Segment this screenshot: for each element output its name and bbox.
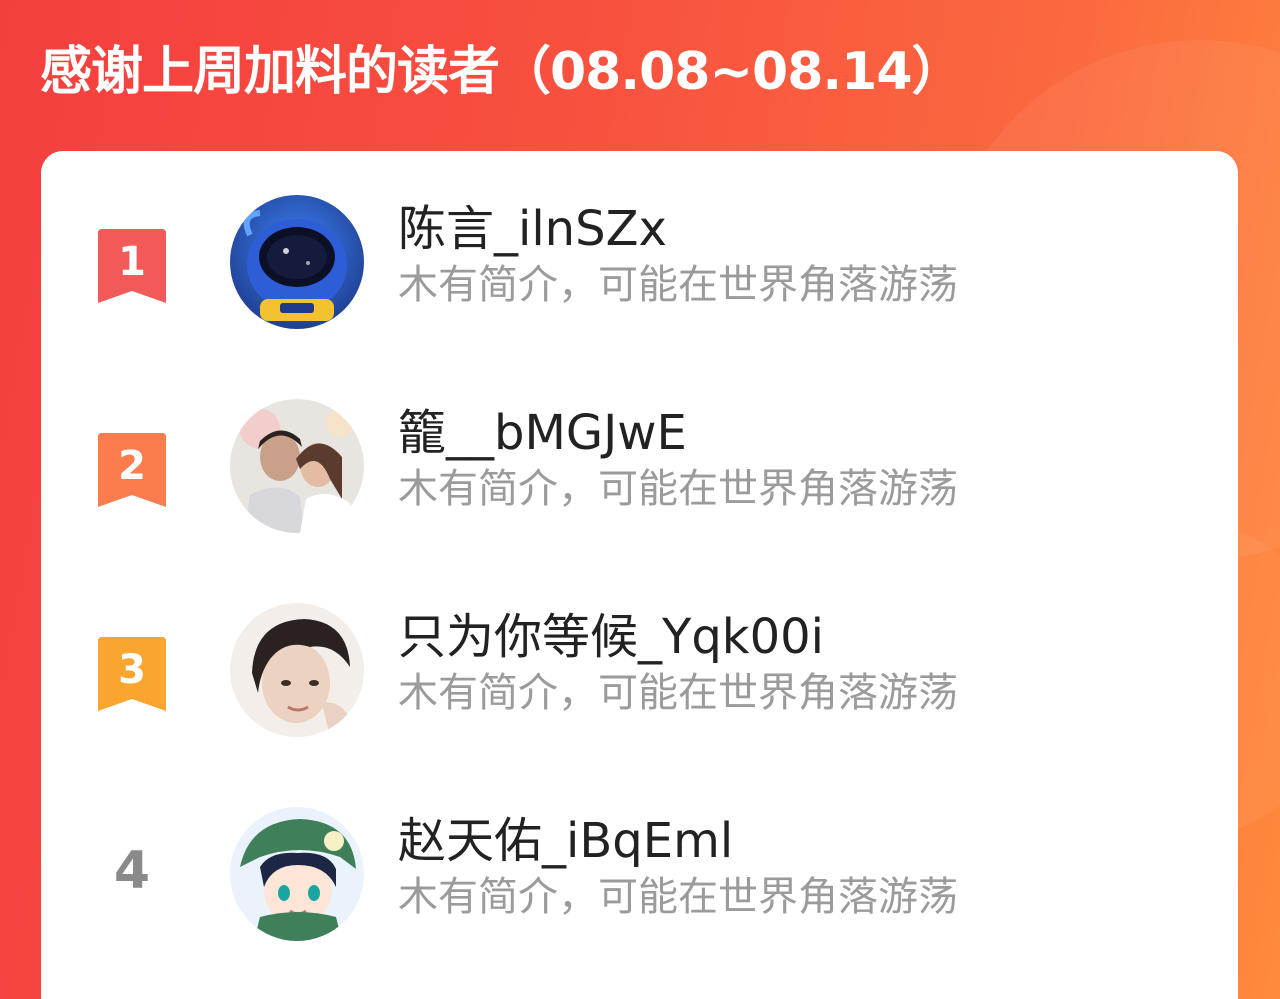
reader-name[interactable]: 赵天佑_iBqEml xyxy=(398,813,733,871)
rank-number: 1 xyxy=(118,239,146,285)
reader-bio: 木有简介，可能在世界角落游荡 xyxy=(398,466,958,512)
astronaut-avatar-icon xyxy=(230,195,364,329)
rank-badge-icon: 2 xyxy=(98,433,166,509)
rank-number: 4 xyxy=(113,841,151,901)
anime-character-avatar-icon xyxy=(230,807,364,941)
reader-row[interactable]: 2 籠__bMGJwE 木有简介，可能在世界角落游荡 xyxy=(41,397,1238,537)
rank-badge-icon: 1 xyxy=(98,229,166,305)
rank-badge-icon: 3 xyxy=(98,637,166,713)
reader-bio: 木有简介，可能在世界角落游荡 xyxy=(398,262,958,308)
reader-row[interactable]: 4 赵天佑_iBqEml 木有简介，可能在世界角落游荡 xyxy=(41,805,1238,945)
couple-photo-avatar-icon xyxy=(230,399,364,533)
reader-name[interactable]: 陈言_ilnSZx xyxy=(398,201,667,259)
man-portrait-avatar-icon xyxy=(230,603,364,737)
reader-name[interactable]: 籠__bMGJwE xyxy=(398,405,687,463)
reader-bio: 木有简介，可能在世界角落游荡 xyxy=(398,874,958,920)
readers-card: 1 陈言_ilnSZx 木有简介，可能在世界角落游荡 2 籠__bMGJwE 木… xyxy=(41,151,1238,999)
reader-name[interactable]: 只为你等候_Yqk00i xyxy=(398,609,824,667)
avatar[interactable] xyxy=(230,807,364,941)
avatar[interactable] xyxy=(230,195,364,329)
reader-bio: 木有简介，可能在世界角落游荡 xyxy=(398,670,958,716)
readers-page: 感谢上周加料的读者（08.08~08.14） 1 陈言_ilnSZx 木有简介，… xyxy=(0,0,1280,999)
reader-row[interactable]: 3 只为你等候_Yqk00i 木有简介，可能在世界角落游荡 xyxy=(41,601,1238,741)
reader-row[interactable]: 1 陈言_ilnSZx 木有简介，可能在世界角落游荡 xyxy=(41,193,1238,333)
page-title: 感谢上周加料的读者（08.08~08.14） xyxy=(40,42,964,102)
rank-number: 3 xyxy=(118,647,146,693)
rank-number: 2 xyxy=(118,443,146,489)
avatar[interactable] xyxy=(230,399,364,533)
avatar[interactable] xyxy=(230,603,364,737)
